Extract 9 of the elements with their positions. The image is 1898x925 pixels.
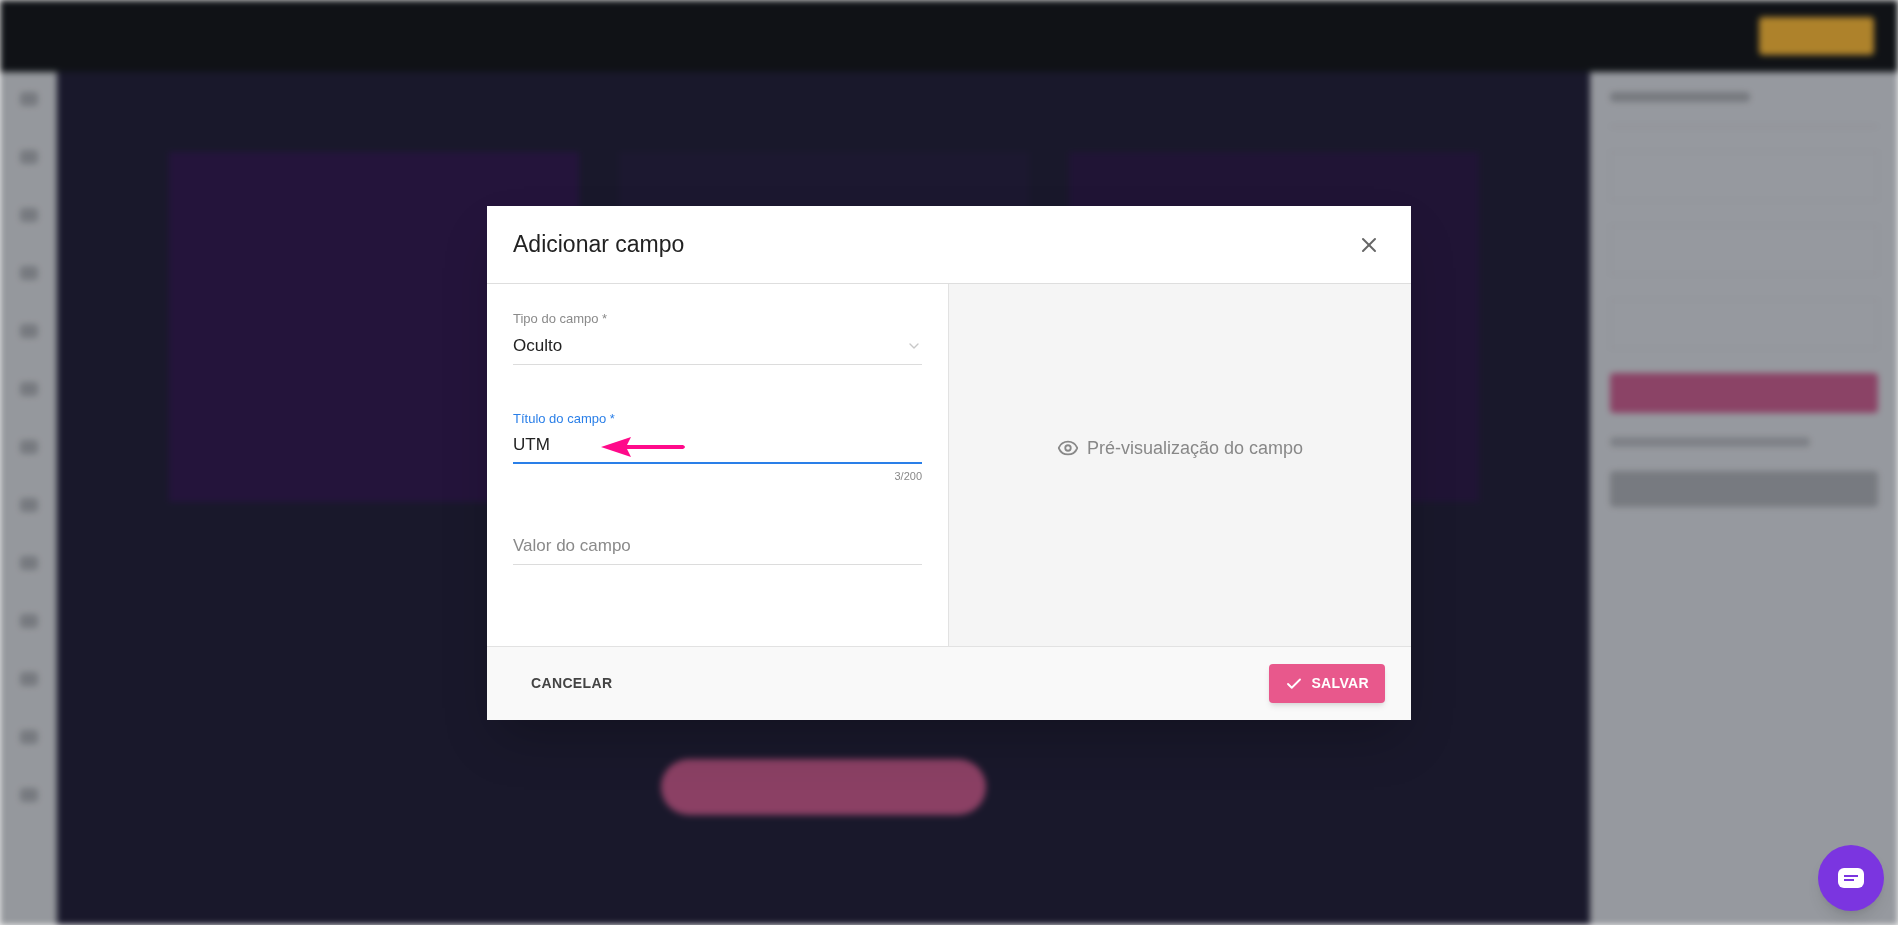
field-label: Tipo do campo *: [513, 310, 609, 328]
cancel-button[interactable]: CANCELAR: [487, 663, 657, 704]
dialog-title: Adicionar campo: [513, 230, 685, 260]
character-counter: 3/200: [894, 469, 922, 484]
field-label: Título do campo *: [513, 409, 616, 428]
chat-icon: [1837, 867, 1865, 889]
text-field[interactable]: Valor do campo: [513, 528, 922, 565]
select-field[interactable]: Oculto: [513, 328, 922, 365]
preview-text: Pré-visualização do campo: [1086, 436, 1304, 460]
